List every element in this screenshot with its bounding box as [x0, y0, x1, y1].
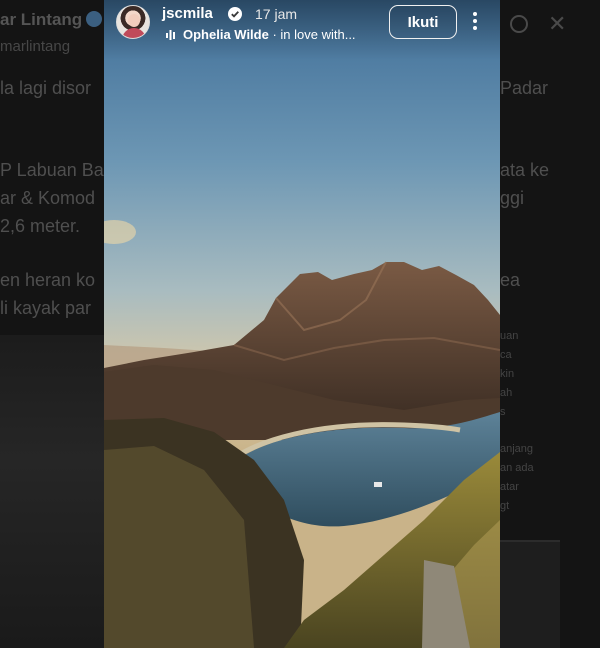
avatar[interactable] [116, 5, 150, 39]
music-artist: Ophelia Wilde [183, 27, 269, 42]
bg-author-handle: marlintang [0, 38, 71, 55]
bg-fragment: gt [500, 500, 510, 512]
music-label: Ophelia Wilde · in love with... [183, 27, 356, 42]
bg-fragment: an ada [500, 462, 534, 474]
bg-author-name: ar Lintang [0, 10, 103, 30]
bg-fragment: ah [500, 387, 513, 399]
bg-author-name-text: ar Lintang [0, 10, 83, 29]
bg-text-line: P Labuan Ba [0, 160, 104, 180]
bg-text-line: Padar [500, 78, 549, 98]
follow-button[interactable]: Ikuti [389, 5, 457, 39]
bg-tweet-image [500, 540, 560, 648]
bg-text-line: ggi [500, 188, 525, 208]
bg-fragment: uan [500, 330, 519, 342]
bg-grok-icon [510, 15, 528, 33]
post-time: 17 jam [255, 6, 298, 22]
story-header: jscmila 17 jam Ophelia Wilde · in love w… [104, 0, 500, 50]
bg-text-line: en heran ko [0, 270, 96, 290]
bg-close-icon: ✕ [548, 11, 567, 36]
bg-text-line: li kayak par [0, 298, 92, 318]
bg-text-line: ata ke [500, 160, 550, 180]
bg-fragment: s [500, 406, 506, 418]
bg-fragment: ca [500, 349, 512, 361]
verified-icon [228, 7, 242, 21]
bg-tweet-image [0, 335, 104, 648]
bg-text-line: ar & Komod [0, 188, 96, 208]
music-bars-icon [166, 30, 175, 40]
bg-text-line: la lagi disor [0, 78, 92, 98]
username[interactable]: jscmila [162, 5, 213, 22]
story-photo [104, 0, 500, 648]
more-options-icon[interactable] [472, 12, 478, 32]
bg-fragment: kin [500, 368, 515, 380]
bg-text-line: ea [500, 270, 521, 290]
music-title: · in love with... [268, 27, 356, 42]
bg-fragment: atar [500, 481, 519, 493]
bg-fragment: anjang [500, 443, 534, 455]
bg-text-line: 2,6 meter. [0, 216, 81, 236]
story-viewer[interactable]: jscmila 17 jam Ophelia Wilde · in love w… [104, 0, 500, 648]
bg-verified-icon [86, 11, 103, 27]
